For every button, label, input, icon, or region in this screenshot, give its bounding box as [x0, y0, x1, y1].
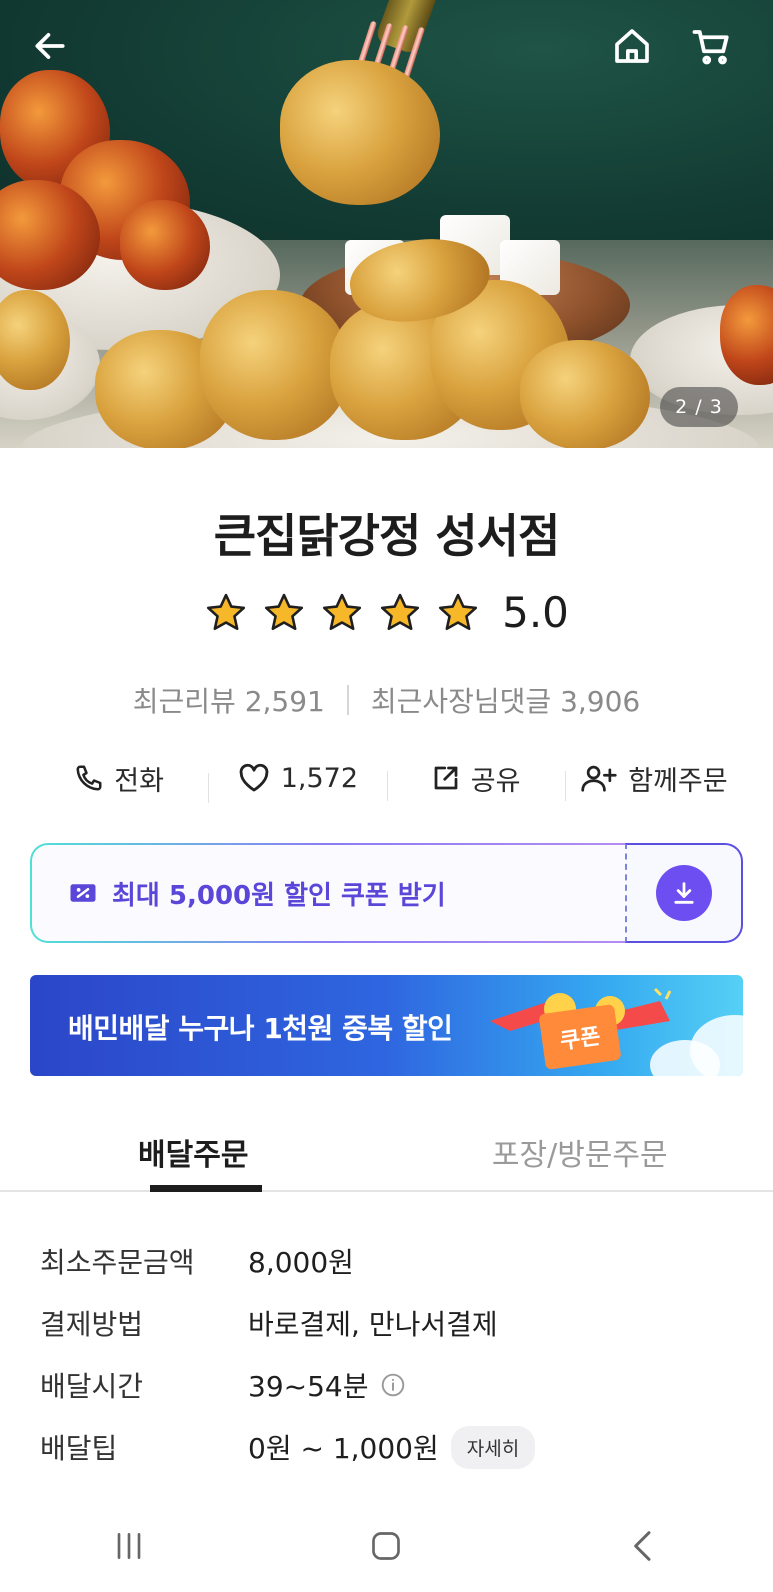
crispy-chicken — [200, 290, 350, 440]
coupon-label: 최대 5,000원 할인 쿠폰 받기 — [112, 880, 446, 911]
phone-icon — [76, 765, 102, 791]
back-nav-icon[interactable] — [624, 1526, 664, 1566]
coupon-download-area[interactable] — [625, 843, 743, 943]
coupon-banner[interactable]: 최대 5,000원 할인 쿠폰 받기 — [30, 843, 743, 943]
info-label: 결제방법 — [40, 1308, 144, 1341]
group-order-label: 함께주문 — [628, 765, 728, 797]
coupon-main[interactable]: 최대 5,000원 할인 쿠폰 받기 — [30, 843, 625, 943]
reviews-row: 최근리뷰 2,591 최근사장님댓글 3,906 — [0, 680, 773, 720]
back-button[interactable] — [26, 22, 74, 70]
share-button[interactable]: 공유 — [386, 759, 565, 801]
promo-banner[interactable]: 쿠폰 배민배달 누구나 1천원 중복 할인 — [30, 975, 743, 1076]
home-nav-icon[interactable] — [366, 1526, 406, 1566]
recent-reviews-link[interactable]: 최근리뷰 2,591 — [133, 680, 325, 720]
image-page-indicator: 2 / 3 — [660, 387, 738, 427]
star-icon — [439, 593, 478, 630]
min-order-value: 8,000원 — [248, 1246, 354, 1279]
owner-replies-link[interactable]: 최근사장님댓글 3,906 — [371, 680, 640, 720]
info-row-delivery-tip: 배달팁 0원 ~ 1,000원 자세히 — [40, 1416, 740, 1478]
promo-text: 배민배달 누구나 1천원 중복 할인 — [68, 1012, 453, 1045]
hero-image[interactable]: 2 / 3 — [0, 0, 773, 448]
star-icon — [323, 593, 362, 630]
share-icon — [434, 766, 458, 790]
cart-button[interactable] — [688, 22, 736, 70]
crispy-chicken — [520, 340, 650, 448]
call-label: 전화 — [114, 765, 164, 797]
sauced-chicken — [120, 200, 210, 290]
tab-delivery[interactable]: 배달주문 — [0, 1118, 387, 1192]
info-label: 배달팁 — [40, 1432, 118, 1465]
star-icon — [381, 593, 420, 630]
tab-pickup[interactable]: 포장/방문주문 — [387, 1118, 773, 1190]
order-type-tabs: 배달주문 포장/방문주문 — [0, 1118, 773, 1192]
download-icon — [674, 882, 694, 904]
info-value: 39~54분 — [248, 1365, 406, 1405]
delivery-tip-detail-button[interactable]: 자세히 — [450, 1425, 536, 1469]
delivery-info: 최소주문금액 8,000원 결제방법 바로결제, 만나서결제 배달시간 39~5… — [40, 1230, 740, 1478]
info-label: 최소주문금액 — [40, 1246, 195, 1279]
info-value: 바로결제, 만나서결제 — [248, 1303, 498, 1343]
crispy-chicken — [280, 60, 440, 205]
divider — [346, 685, 349, 715]
store-name: 큰집닭강정 성서점 — [213, 509, 561, 563]
cart-icon — [692, 30, 729, 65]
arrow-left-icon — [35, 33, 65, 59]
info-label: 배달시간 — [40, 1370, 144, 1403]
info-row-payment: 결제방법 바로결제, 만나서결제 — [40, 1292, 740, 1354]
info-row-min-order: 최소주문금액 8,000원 — [40, 1230, 740, 1292]
recent-apps-icon[interactable] — [109, 1526, 149, 1566]
home-icon — [615, 29, 649, 63]
rating-row[interactable]: 5.0 — [0, 588, 773, 637]
info-row-delivery-time: 배달시간 39~54분 — [40, 1354, 740, 1416]
coupon-download-button[interactable] — [656, 865, 712, 921]
coupon-ticket: 쿠폰 — [538, 1003, 622, 1071]
like-button[interactable]: 1,572 — [208, 761, 386, 803]
delivery-time-value: 39~54분 — [248, 1370, 369, 1403]
add-person-icon — [581, 765, 617, 792]
system-nav-bar — [0, 1500, 773, 1592]
info-value: 0원 ~ 1,000원 자세히 — [248, 1425, 536, 1469]
active-tab-indicator — [150, 1185, 262, 1192]
call-button[interactable]: 전화 — [30, 759, 208, 798]
group-order-button[interactable]: 함께주문 — [564, 759, 743, 801]
delivery-tip-value: 0원 ~ 1,000원 — [248, 1432, 439, 1465]
heart-icon — [239, 763, 269, 792]
info-value: 8,000원 — [248, 1241, 354, 1281]
tab-pickup-label: 포장/방문주문 — [491, 1138, 668, 1173]
info-icon[interactable] — [380, 1372, 406, 1398]
rating-value: 5.0 — [502, 588, 569, 637]
tab-delivery-label: 배달주문 — [138, 1138, 249, 1173]
payment-value: 바로결제, 만나서결제 — [248, 1308, 498, 1341]
star-icon — [207, 593, 246, 630]
coupon-icon — [70, 884, 96, 902]
home-button[interactable] — [608, 22, 656, 70]
like-count: 1,572 — [280, 762, 359, 794]
share-label: 공유 — [470, 765, 521, 797]
store-actions: 전화 1,572 공유 함께주문 — [30, 748, 743, 808]
star-icon — [265, 593, 304, 630]
